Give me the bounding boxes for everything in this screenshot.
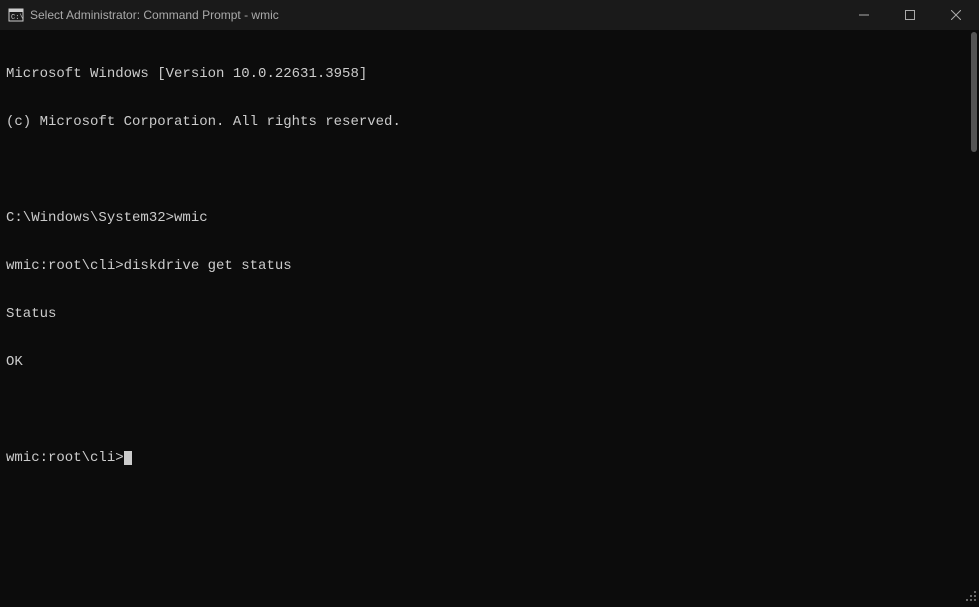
scrollbar-thumb[interactable] (971, 32, 977, 152)
titlebar[interactable]: C:\ Select Administrator: Command Prompt… (0, 0, 979, 30)
output-line: C:\Windows\System32>wmic (6, 210, 973, 226)
cursor (124, 451, 132, 465)
output-line (6, 402, 973, 418)
maximize-button[interactable] (887, 0, 933, 30)
output-line: Status (6, 306, 973, 322)
window-controls (841, 0, 979, 30)
terminal-output[interactable]: Microsoft Windows [Version 10.0.22631.39… (0, 30, 979, 604)
svg-text:C:\: C:\ (11, 14, 24, 22)
output-line: (c) Microsoft Corporation. All rights re… (6, 114, 973, 130)
prompt-text: wmic:root\cli> (6, 450, 124, 466)
resize-grip-icon[interactable] (963, 588, 977, 602)
window-title: Select Administrator: Command Prompt - w… (30, 8, 841, 22)
close-button[interactable] (933, 0, 979, 30)
output-line: Microsoft Windows [Version 10.0.22631.39… (6, 66, 973, 82)
output-line: wmic:root\cli>diskdrive get status (6, 258, 973, 274)
output-line: OK (6, 354, 973, 370)
prompt-line: wmic:root\cli> (6, 450, 973, 466)
minimize-button[interactable] (841, 0, 887, 30)
output-line (6, 162, 973, 178)
cmd-icon: C:\ (8, 7, 24, 23)
